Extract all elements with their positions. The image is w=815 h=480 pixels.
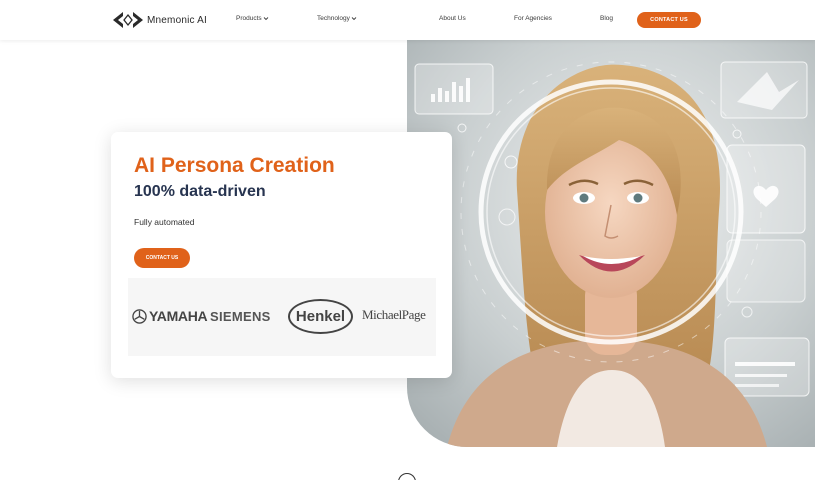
client-henkel-label: Henkel bbox=[295, 308, 346, 325]
chevron-down-icon bbox=[263, 17, 268, 21]
scroll-down-icon[interactable] bbox=[398, 473, 416, 480]
mnemonic-logo-icon bbox=[113, 12, 143, 28]
nav-for-agencies-label: For Agencies bbox=[514, 15, 552, 22]
nav-technology-label: Technology bbox=[317, 15, 350, 22]
hero-tagline: Fully automated bbox=[134, 217, 195, 227]
hero-title: AI Persona Creation bbox=[134, 154, 335, 177]
yamaha-emblem-icon bbox=[132, 308, 147, 324]
hero-contact-button[interactable]: CONTACT US bbox=[134, 248, 190, 268]
hero-card: AI Persona Creation 100% data-driven Ful… bbox=[111, 132, 452, 378]
chevron-down-icon bbox=[351, 17, 357, 21]
nav-blog-label: Blog bbox=[600, 15, 614, 22]
nav-about-us-label: About Us bbox=[439, 15, 466, 22]
nav-products[interactable]: Products bbox=[236, 15, 269, 22]
client-logos: YAMAHA SIEMENS Henkel MichaelPage bbox=[128, 278, 436, 356]
client-logo-henkel: Henkel bbox=[288, 299, 353, 334]
nav-contact-button[interactable]: CONTACT US bbox=[637, 12, 701, 28]
brand-name: Mnemonic AI bbox=[147, 14, 208, 26]
client-logo-michaelpage: MichaelPage bbox=[362, 307, 426, 322]
top-navbar: Mnemonic AI Products Technology About Us… bbox=[0, 0, 815, 40]
landing-page: Mnemonic AI Products Technology About Us… bbox=[0, 0, 815, 480]
client-yamaha-label: YAMAHA bbox=[149, 308, 208, 324]
hero-image bbox=[407, 40, 815, 447]
hero-subtitle: 100% data-driven bbox=[134, 183, 266, 200]
client-logo-siemens: SIEMENS bbox=[210, 309, 271, 324]
nav-about-us[interactable]: About Us bbox=[439, 15, 466, 22]
nav-technology[interactable]: Technology bbox=[317, 15, 357, 22]
nav-for-agencies[interactable]: For Agencies bbox=[514, 15, 552, 22]
hero-portrait-illustration bbox=[407, 40, 815, 447]
nav-blog[interactable]: Blog bbox=[600, 15, 613, 22]
nav-products-label: Products bbox=[236, 15, 262, 22]
brand-logo[interactable]: Mnemonic AI bbox=[112, 11, 207, 29]
client-logo-yamaha: YAMAHA bbox=[132, 308, 208, 324]
